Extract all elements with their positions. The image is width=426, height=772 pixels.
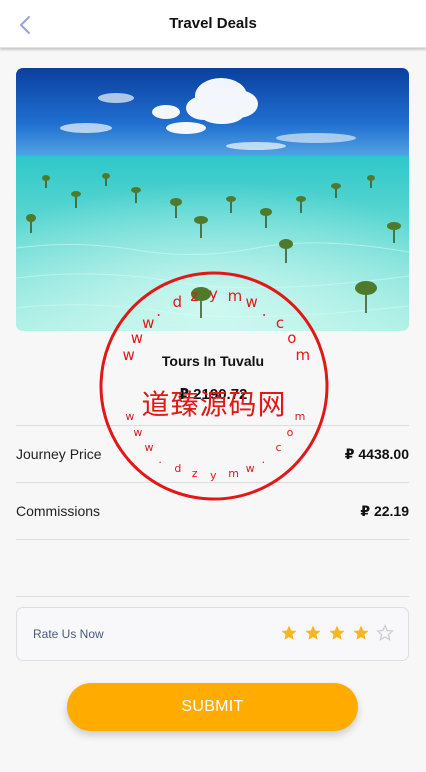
rate-card: Rate Us Now [16, 607, 409, 661]
watermark-char: o [286, 426, 294, 440]
journey-price-value: ₽ 4438.00 [344, 446, 409, 462]
watermark-char: w [245, 461, 255, 475]
tour-price: ₽ 2190.72 [178, 386, 248, 403]
divider [16, 482, 409, 483]
watermark-char: w [133, 426, 143, 440]
watermark-char: m [228, 467, 239, 481]
submit-button[interactable]: SUBMIT [67, 683, 358, 731]
watermark-char: z [191, 467, 198, 481]
divider [16, 596, 409, 597]
star-filled-icon[interactable] [328, 624, 346, 642]
watermark-char: c [275, 440, 282, 454]
commissions-value: ₽ 22.19 [360, 503, 409, 519]
watermark-char: w [144, 440, 154, 454]
watermark-char: o [287, 328, 297, 347]
app-header: Travel Deals [0, 0, 426, 48]
watermark-char: d [174, 461, 182, 475]
star-filled-icon[interactable] [280, 624, 298, 642]
page-title: Travel Deals [169, 15, 257, 32]
divider [16, 425, 409, 426]
journey-price-label: Journey Price [16, 446, 102, 462]
watermark-char: m [294, 409, 306, 423]
tour-hero-image [16, 68, 409, 331]
divider [16, 539, 409, 540]
star-filled-icon[interactable] [304, 624, 322, 642]
star-filled-icon[interactable] [352, 624, 370, 642]
star-empty-icon[interactable] [376, 624, 394, 642]
tour-title: Tours In Tuvalu [161, 353, 265, 369]
rate-label: Rate Us Now [33, 627, 104, 641]
watermark-char: w [125, 409, 135, 423]
watermark-char: y [210, 469, 217, 482]
watermark-char: . [261, 452, 266, 466]
commissions-label: Commissions [16, 503, 101, 519]
watermark-char: . [158, 452, 162, 466]
beach-photo [16, 68, 409, 331]
watermark-char: w [130, 328, 143, 347]
star-rating[interactable] [280, 624, 394, 642]
